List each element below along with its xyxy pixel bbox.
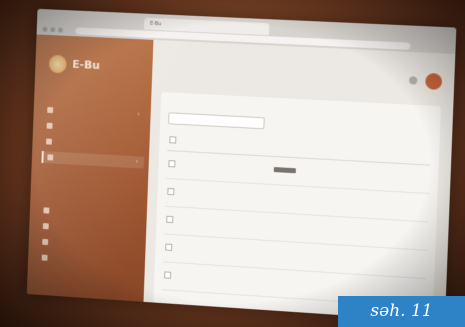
breadcrumb xyxy=(160,62,446,88)
page-number-caption: səh. 11 xyxy=(338,296,465,327)
row-check-cell xyxy=(165,150,217,182)
grid-icon xyxy=(47,106,54,114)
sidebar-item-5[interactable] xyxy=(39,204,142,222)
settings-icon xyxy=(43,207,50,214)
sidebar-item-7[interactable] xyxy=(38,236,141,254)
checkbox[interactable] xyxy=(167,187,175,196)
table-cell xyxy=(229,266,250,296)
chat-icon xyxy=(42,238,49,246)
table-cell xyxy=(407,249,428,279)
table-cell xyxy=(215,153,236,183)
table-cell xyxy=(389,219,410,250)
logo-text: E-Bu xyxy=(72,57,101,73)
back-icon[interactable] xyxy=(42,26,48,32)
filter-select[interactable] xyxy=(167,112,265,130)
sidebar-item-2[interactable] xyxy=(43,120,146,137)
sidebar-item-4[interactable]: › xyxy=(41,151,145,169)
table-cell xyxy=(250,211,270,241)
column-header[interactable] xyxy=(253,134,273,157)
table-cell xyxy=(234,154,254,184)
chevron-right-icon: › xyxy=(137,110,140,118)
row-check-cell xyxy=(164,178,216,210)
status-badge xyxy=(273,167,296,174)
logo-icon xyxy=(48,54,67,74)
page-number-text: səh. 11 xyxy=(370,301,433,321)
users-icon xyxy=(42,223,49,230)
table-cell xyxy=(214,181,235,211)
sidebar-item-8[interactable] xyxy=(38,251,141,269)
table-cell xyxy=(391,163,412,193)
table-cell xyxy=(390,191,411,221)
column-header[interactable] xyxy=(392,142,413,165)
sidebar: E-Bu › › xyxy=(26,34,154,302)
sidebar-item-6[interactable] xyxy=(39,220,142,238)
user-icon xyxy=(45,138,52,145)
sidebar-item-1[interactable]: › xyxy=(43,104,146,121)
column-header[interactable] xyxy=(216,132,237,155)
table-cell xyxy=(233,182,253,212)
table-cell xyxy=(252,155,272,185)
table-cell xyxy=(230,238,251,268)
table-cell xyxy=(388,247,409,278)
photo-scene: E-Bu E-Bu › › səh. 11 xyxy=(0,0,465,327)
column-header[interactable] xyxy=(411,143,432,166)
main-content xyxy=(143,39,456,323)
data-table xyxy=(161,130,432,308)
browser-tab-title: E-Bu xyxy=(150,20,162,28)
table-cell xyxy=(212,237,233,267)
table-card xyxy=(153,92,441,322)
table-cell xyxy=(251,183,271,213)
table-cell xyxy=(232,210,252,240)
forward-icon[interactable] xyxy=(50,27,56,33)
table-cell xyxy=(248,267,268,297)
table-cell xyxy=(410,164,431,194)
checkbox[interactable] xyxy=(165,243,173,251)
checkbox[interactable] xyxy=(168,160,176,168)
column-header[interactable] xyxy=(235,133,255,156)
row-check-cell xyxy=(163,206,215,238)
checkbox[interactable] xyxy=(164,271,172,279)
checkbox[interactable] xyxy=(166,215,174,224)
file-icon xyxy=(47,154,54,161)
checkbox[interactable] xyxy=(169,135,177,144)
projected-screen: E-Bu E-Bu › › xyxy=(26,8,457,323)
table-cell xyxy=(211,265,231,295)
table-cell xyxy=(249,239,269,269)
table-cell xyxy=(408,220,429,251)
doc-icon xyxy=(46,122,53,129)
sidebar-item-3[interactable] xyxy=(42,135,145,153)
reload-icon[interactable] xyxy=(57,27,63,33)
row-check-cell xyxy=(162,234,214,266)
table-cell xyxy=(213,209,234,239)
chevron-right-icon: › xyxy=(135,158,139,166)
info-icon xyxy=(41,254,48,261)
select-all-cell[interactable] xyxy=(166,130,218,154)
table-cell xyxy=(409,192,430,222)
row-check-cell xyxy=(161,261,213,293)
